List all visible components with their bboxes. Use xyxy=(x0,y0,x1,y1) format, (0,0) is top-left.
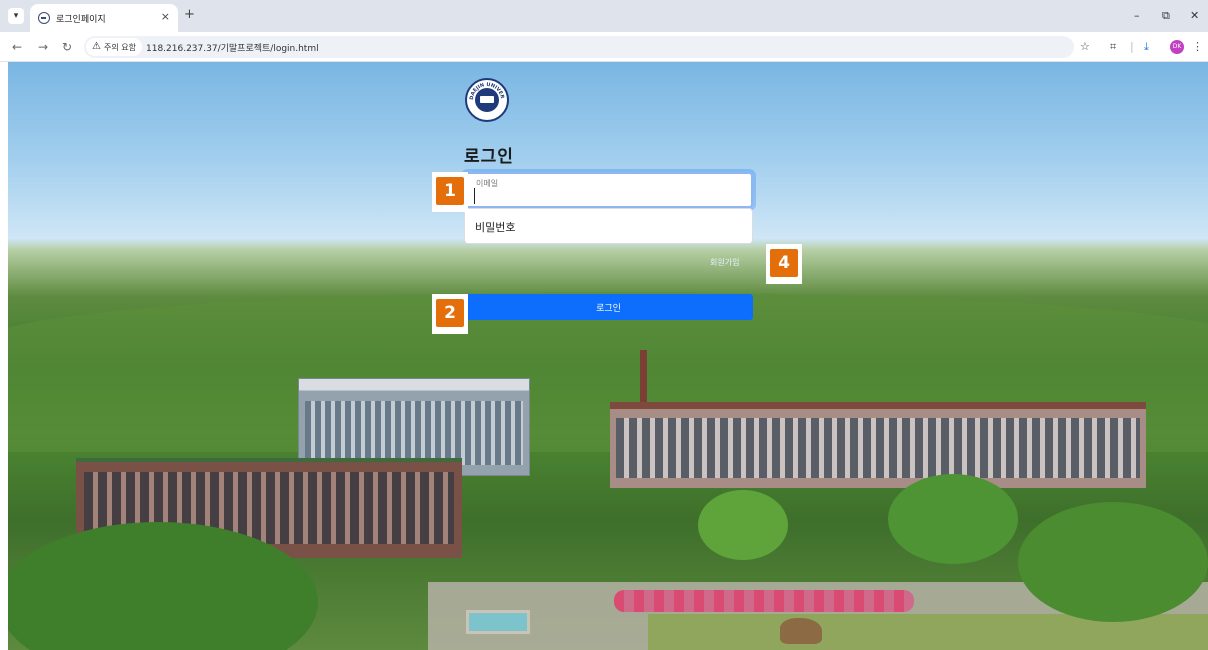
minimize-icon[interactable]: – xyxy=(1134,10,1140,22)
address-bar[interactable]: ⚠ 주의 요함 118.216.237.37/기말프로젝트/login.html xyxy=(84,36,1074,58)
background-flowerbed xyxy=(614,590,914,612)
new-tab-icon[interactable]: + xyxy=(184,8,195,22)
university-logo: DAEJIN UNIVERSITY xyxy=(465,78,509,122)
annotation-marker-4: 4 xyxy=(766,244,802,284)
university-favicon-icon xyxy=(38,12,50,24)
browser-window: ▾ 로그인페이지 × + – ⧉ ✕ ← → ↻ ⚠ 주의 요함 118.216… xyxy=(0,0,1208,650)
annotation-badge: 1 xyxy=(436,177,464,205)
menu-kebab-icon[interactable]: ⋮ xyxy=(1192,41,1203,53)
restore-icon[interactable]: ⧉ xyxy=(1162,10,1170,22)
extensions-puzzle-icon[interactable]: ⌗ xyxy=(1110,41,1116,53)
forward-arrow-icon[interactable]: → xyxy=(38,40,48,54)
close-window-icon[interactable]: ✕ xyxy=(1190,10,1199,22)
tab-search-icon[interactable]: ▾ xyxy=(8,8,24,24)
tab-login-page[interactable]: 로그인페이지 × xyxy=(30,4,178,32)
warning-triangle-icon: ⚠ xyxy=(92,41,101,52)
download-icon[interactable]: ⤓ xyxy=(1144,41,1149,53)
annotation-badge: 2 xyxy=(436,299,464,327)
tab-bar: ▾ 로그인페이지 × + – ⧉ ✕ xyxy=(0,0,1208,32)
security-chip[interactable]: ⚠ 주의 요함 xyxy=(86,38,142,56)
email-input[interactable] xyxy=(474,188,744,204)
login-page: DAEJIN UNIVERSITY 로그인 이메일 회원가입 로그인 1 2 4 xyxy=(8,62,1208,650)
email-field[interactable]: 이메일 xyxy=(464,172,753,208)
annotation-badge: 4 xyxy=(770,249,798,277)
reload-icon[interactable]: ↻ xyxy=(62,40,72,54)
tab-close-icon[interactable]: × xyxy=(161,10,170,23)
browser-toolbar: ← → ↻ ⚠ 주의 요함 118.216.237.37/기말프로젝트/logi… xyxy=(0,32,1208,62)
password-field[interactable] xyxy=(464,208,753,244)
university-emblem-icon xyxy=(475,88,499,112)
tab-title: 로그인페이지 xyxy=(56,15,106,25)
back-arrow-icon[interactable]: ← xyxy=(12,40,22,54)
annotation-marker-1: 1 xyxy=(432,172,468,212)
security-label: 주의 요함 xyxy=(103,42,136,52)
signup-link[interactable]: 회원가입 xyxy=(710,257,739,268)
background-tree xyxy=(1018,502,1208,622)
bookmark-star-icon[interactable]: ☆ xyxy=(1080,41,1090,53)
password-input[interactable] xyxy=(475,218,745,236)
background-chimney xyxy=(640,350,647,404)
background-tree xyxy=(698,490,788,560)
background-statue xyxy=(780,618,822,644)
page-title: 로그인 xyxy=(464,147,514,167)
toolbar-divider: | xyxy=(1130,40,1134,53)
annotation-marker-2: 2 xyxy=(432,294,468,334)
url-text[interactable]: 118.216.237.37/기말프로젝트/login.html xyxy=(146,41,319,54)
profile-avatar[interactable]: DK xyxy=(1170,40,1184,54)
background-pond xyxy=(466,610,530,634)
login-button[interactable]: 로그인 xyxy=(464,294,753,320)
background-tree xyxy=(888,474,1018,564)
background-building xyxy=(610,402,1146,488)
